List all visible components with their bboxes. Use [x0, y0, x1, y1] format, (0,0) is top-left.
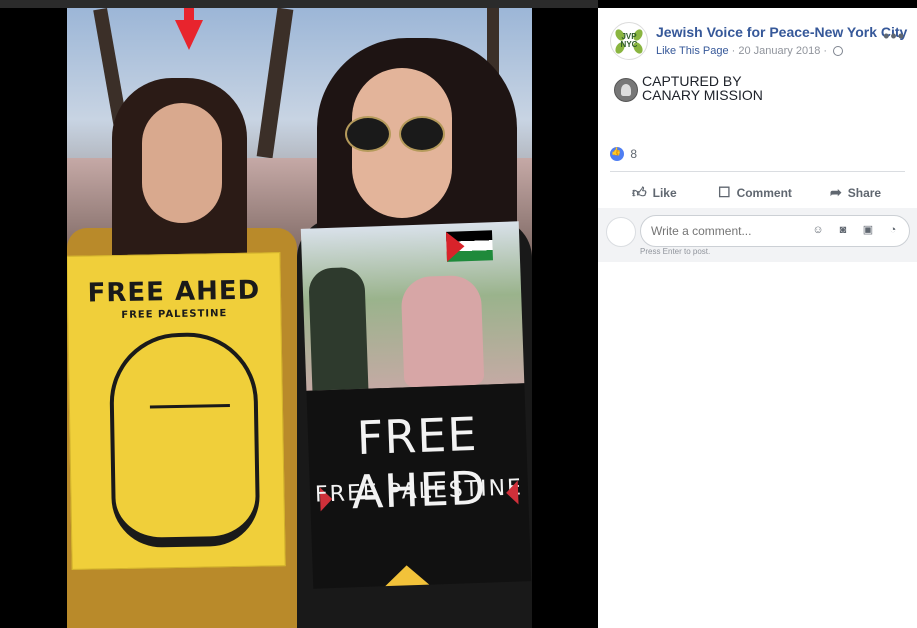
logo-text: JVP NYC [620, 32, 638, 49]
post-date[interactable]: 20 January 2018 [738, 45, 820, 57]
like-page-link[interactable]: Like This Page [656, 45, 729, 57]
caption-line-1: CAPTURED BY [642, 73, 742, 89]
like-label: Like [652, 186, 677, 200]
post-sidebar: JVP NYC Jewish Voice for Peace-New York … [598, 8, 917, 628]
poster-dark: FREE AHED FREE PALESTINE [300, 221, 532, 589]
red-triangle-right [505, 480, 519, 505]
globe-icon[interactable] [833, 46, 844, 57]
poster-portrait-illustration [108, 331, 261, 549]
camera-icon[interactable]: ◙ [836, 223, 850, 237]
meta-separator: · [823, 45, 828, 57]
comment-icon: ☐ [718, 184, 731, 200]
like-button[interactable]: 👍︎ Like [632, 176, 677, 208]
poster-dark-text-panel: FREE AHED FREE PALESTINE [306, 383, 532, 589]
poster-yellow-title: FREE AHED [87, 275, 261, 309]
girl-figure [400, 274, 485, 388]
sunglasses [345, 116, 445, 152]
top-bar [0, 0, 598, 8]
meta-separator: · [731, 45, 736, 57]
poster-yellow: FREE AHED FREE PALESTINE [67, 252, 286, 570]
comment-section: ☺ ◙ ▣ ◔ Press Enter to post. [598, 208, 917, 262]
post-header: JVP NYC Jewish Voice for Peace-New York … [598, 8, 917, 78]
thumbs-up-icon: 👍︎ [632, 184, 647, 200]
caption-line-2: CANARY MISSION [642, 87, 763, 103]
post-photo[interactable]: FREE AHED FREE PALESTINE FREE AHED FREE … [67, 8, 532, 628]
red-arrow-icon [175, 20, 203, 50]
user-avatar [606, 217, 636, 247]
share-label: Share [847, 186, 882, 200]
comment-label: Comment [736, 186, 792, 200]
comment-input[interactable] [651, 216, 801, 246]
poster-portrait-eyes [149, 404, 231, 417]
palestinian-flag [445, 230, 493, 262]
caption-text: CAPTURED BY CANARY MISSION [642, 74, 842, 102]
gif-icon[interactable]: ▣ [861, 223, 875, 237]
share-icon: ➦ [830, 184, 842, 200]
ellipsis-icon[interactable]: ••• [883, 26, 905, 47]
comment-button[interactable]: ☐ Comment [718, 176, 792, 208]
like-reaction-icon [610, 146, 624, 161]
sticker-icon[interactable]: ◔ [886, 223, 900, 237]
reaction-count: 8 [630, 146, 638, 161]
post-meta: Like This Page · 20 January 2018 · [656, 45, 844, 57]
photo-viewer: FREE AHED FREE PALESTINE FREE AHED FREE … [0, 0, 598, 628]
page-name-link[interactable]: Jewish Voice for Peace-New York City [656, 24, 907, 40]
canary-mission-icon [614, 78, 638, 102]
poster-photo [300, 221, 525, 391]
person-left-face [142, 103, 222, 223]
divider [610, 171, 905, 172]
page-avatar[interactable]: JVP NYC [610, 22, 648, 60]
poster-yellow-subtitle: FREE PALESTINE [121, 308, 228, 321]
action-bar: 👍︎ Like ☐ Comment ➦ Share [598, 176, 917, 208]
comment-box[interactable]: ☺ ◙ ▣ ◔ [640, 215, 910, 247]
comment-hint: Press Enter to post. [640, 247, 711, 256]
tree-trunk [256, 8, 294, 159]
reactions-summary[interactable]: 8 [610, 146, 637, 161]
soldier-figure [308, 266, 369, 391]
emoji-icon[interactable]: ☺ [811, 223, 825, 237]
share-button[interactable]: ➦ Share [830, 176, 881, 208]
yellow-triangle [384, 564, 430, 587]
